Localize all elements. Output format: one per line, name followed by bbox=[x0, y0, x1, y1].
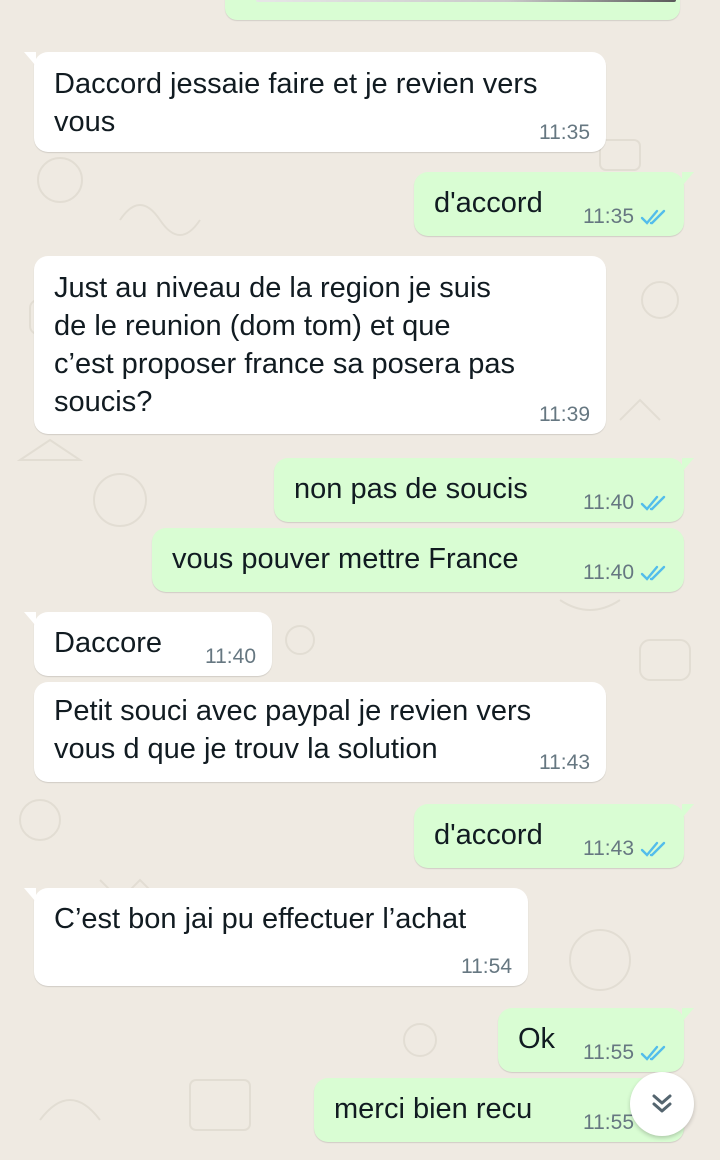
message-meta: 11:54 bbox=[461, 956, 512, 978]
bubble-tail bbox=[682, 458, 694, 472]
message-bubble-incoming[interactable]: Just au niveau de la region je suis de l… bbox=[34, 256, 606, 434]
message-time: 11:35 bbox=[539, 121, 590, 144]
scroll-to-bottom-button[interactable] bbox=[630, 1072, 694, 1136]
message-text: d'accord bbox=[434, 184, 543, 222]
message-text: d'accord bbox=[434, 816, 543, 854]
message-text: Ok bbox=[518, 1020, 555, 1058]
message-meta: 11:40 bbox=[583, 562, 670, 584]
message-meta: 11:55 bbox=[583, 1042, 670, 1064]
message-line: de le reunion (dom tom) et que bbox=[54, 310, 451, 342]
message-line: Ok bbox=[518, 1023, 556, 1055]
bubble-tail bbox=[24, 612, 36, 626]
double-check-icon bbox=[640, 209, 666, 225]
message-bubble-incoming[interactable]: Petit souci avec paypal je revien vers v… bbox=[34, 682, 606, 782]
message-time: 11:40 bbox=[205, 645, 256, 668]
message-meta: 11:40 bbox=[205, 646, 256, 668]
message-text: Daccore bbox=[54, 624, 162, 662]
message-time: 11:55 bbox=[583, 1111, 634, 1134]
message-bubble-outgoing[interactable]: merci bien recu 11:55 bbox=[314, 1078, 684, 1142]
message-line: merci bien recu bbox=[334, 1093, 533, 1125]
media-preview-strip bbox=[256, 0, 676, 2]
message-line: C’est bon jai pu effectuer l’achat bbox=[54, 903, 467, 935]
message-bubble-incoming[interactable]: Daccore 11:40 bbox=[24, 612, 272, 676]
message-meta: 11:40 bbox=[583, 492, 670, 514]
message-time: 11:55 bbox=[583, 1041, 634, 1064]
double-check-icon bbox=[640, 495, 666, 511]
message-line: Petit souci avec paypal je revien vers bbox=[54, 695, 532, 727]
double-check-icon bbox=[640, 841, 666, 857]
message-bubble-incoming[interactable]: Daccord jessaie faire et je revien vers … bbox=[24, 52, 606, 152]
message-line: non pas de soucis bbox=[294, 473, 528, 505]
bubble-tail bbox=[24, 888, 36, 902]
message-meta: 11:35 bbox=[539, 122, 590, 144]
double-check-icon bbox=[640, 565, 666, 581]
message-bubble-outgoing[interactable]: d'accord 11:35 bbox=[414, 172, 694, 236]
message-line: d'accord bbox=[434, 187, 543, 219]
message-time: 11:40 bbox=[583, 561, 634, 584]
double-check-icon bbox=[640, 1045, 666, 1061]
message-text: vous pouver mettre France bbox=[172, 540, 519, 578]
message-time: 11:39 bbox=[539, 403, 590, 426]
message-time: 11:40 bbox=[583, 491, 634, 514]
message-text: merci bien recu bbox=[334, 1090, 532, 1128]
message-meta: 11:43 bbox=[539, 752, 590, 774]
message-bubble-outgoing[interactable]: non pas de soucis 11:40 bbox=[274, 458, 694, 522]
bubble-tail bbox=[682, 804, 694, 818]
message-line: c’est proposer france sa posera pas bbox=[54, 348, 516, 380]
message-meta: 11:43 bbox=[583, 838, 670, 860]
message-line: Daccord jessaie faire et je revien vers bbox=[54, 68, 538, 100]
message-text: Daccord jessaie faire et je revien vers … bbox=[54, 65, 538, 141]
message-bubble-outgoing[interactable]: Ok 11:55 bbox=[498, 1008, 694, 1072]
message-meta: 11:39 bbox=[539, 404, 590, 426]
message-line: vous bbox=[54, 106, 116, 138]
bubble-tail bbox=[682, 1008, 694, 1022]
message-line: d'accord bbox=[434, 819, 543, 851]
message-line: vous d que je trouv la solution bbox=[54, 733, 438, 765]
message-bubble-incoming[interactable]: C’est bon jai pu effectuer l’achat 11:54 bbox=[24, 888, 528, 986]
message-line: Daccore bbox=[54, 627, 162, 659]
double-chevron-down-icon bbox=[652, 1094, 672, 1113]
message-time: 11:43 bbox=[583, 837, 634, 860]
message-line: soucis? bbox=[54, 386, 153, 418]
message-line: Just au niveau de la region je suis bbox=[54, 272, 491, 304]
bubble-tail bbox=[682, 172, 694, 186]
message-bubble-outgoing[interactable]: d'accord 11:43 bbox=[414, 804, 694, 868]
bubble-tail bbox=[24, 52, 36, 66]
message-line: vous pouver mettre France bbox=[172, 543, 519, 575]
message-text: non pas de soucis bbox=[294, 470, 528, 508]
message-bubble-outgoing[interactable]: vous pouver mettre France 11:40 bbox=[152, 528, 684, 592]
message-text: Petit souci avec paypal je revien vers v… bbox=[54, 692, 531, 768]
previous-message-bubble bbox=[225, 0, 680, 20]
message-text: C’est bon jai pu effectuer l’achat bbox=[54, 900, 466, 938]
message-meta: 11:35 bbox=[583, 206, 670, 228]
message-time: 11:43 bbox=[539, 751, 590, 774]
message-time: 11:54 bbox=[461, 955, 512, 978]
message-text: Just au niveau de la region je suis de l… bbox=[54, 269, 515, 421]
message-time: 11:35 bbox=[583, 205, 634, 228]
